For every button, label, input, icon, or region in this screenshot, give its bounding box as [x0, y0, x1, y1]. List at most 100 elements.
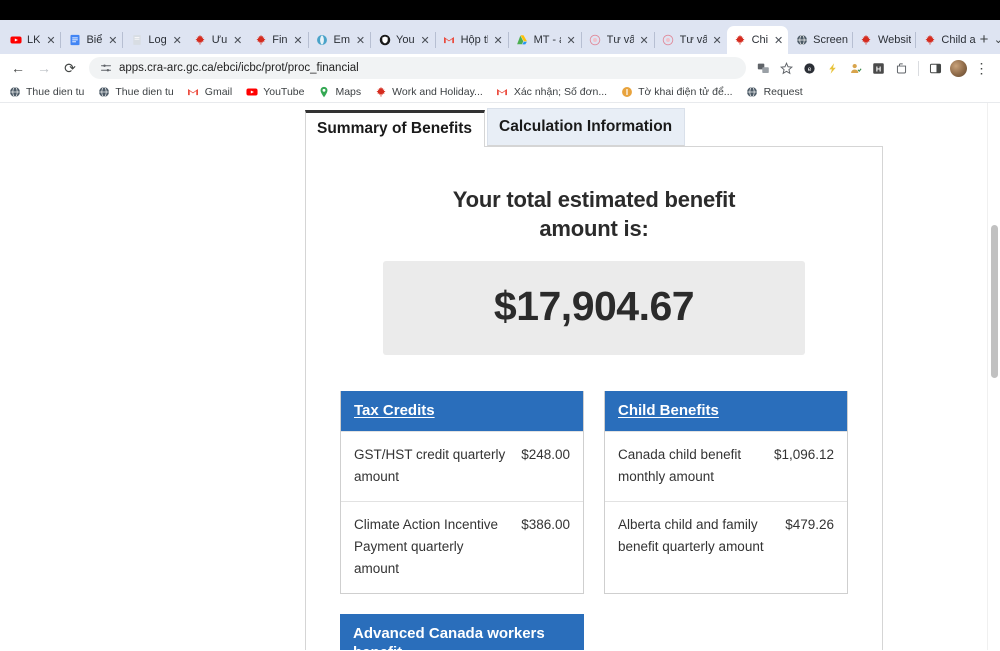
bookmark-item[interactable]: Tờ khai điện tử để...: [620, 86, 733, 99]
tab-strip-right-controls: ⌄: [988, 29, 1000, 54]
grid-spacer: [604, 614, 848, 650]
page-scrollbar-thumb[interactable]: [991, 225, 998, 378]
bookmark-label: Request: [763, 86, 803, 98]
benefit-value: $386.00: [521, 517, 570, 532]
new-tab-button[interactable]: +: [980, 26, 989, 52]
browser-tab[interactable]: Websit: [853, 26, 915, 54]
browser-tab-close-icon[interactable]: ✕: [293, 34, 304, 47]
browser-tab-close-icon[interactable]: ✕: [773, 34, 784, 47]
browser-tab-close-icon[interactable]: ✕: [232, 34, 243, 47]
cra-content-container: Summary of Benefits Calculation Informat…: [305, 103, 883, 650]
os-top-strip: [0, 0, 1000, 20]
browser-tab-close-icon[interactable]: ✕: [355, 34, 366, 47]
translate-icon[interactable]: [753, 58, 774, 79]
bookmark-label: Xác nhận; Số đơn...: [513, 86, 608, 98]
card-child-benefits-header: Child Benefits: [605, 391, 847, 431]
browser-tab-title: Hộp thư: [460, 33, 488, 46]
bookmark-item[interactable]: Thue dien tu: [97, 86, 174, 99]
browser-tab[interactable]: Log ✕: [123, 26, 186, 54]
profile-avatar[interactable]: [948, 58, 969, 79]
bookmark-item[interactable]: Maps: [317, 86, 361, 99]
browser-tab[interactable]: Screen: [788, 26, 852, 54]
maps-pin-icon: [317, 86, 330, 99]
bookmark-star-icon[interactable]: [776, 58, 797, 79]
browser-tab-close-icon[interactable]: ✕: [45, 34, 56, 47]
bookmark-item[interactable]: Gmail: [187, 86, 232, 99]
extension-h-icon[interactable]: H: [868, 58, 889, 79]
gmail-icon: [443, 34, 456, 47]
maple-leaf-icon: [734, 34, 747, 47]
browser-tab-title: Ưu: [211, 33, 228, 46]
extension-edge-icon[interactable]: e: [799, 58, 820, 79]
tab-calculation-information-label: Calculation Information: [499, 118, 673, 135]
table-row: GST/HST credit quarterly amount $248.00: [341, 431, 583, 501]
tab-summary-of-benefits-label: Summary of Benefits: [317, 120, 473, 137]
card-tax-credits: Tax Credits GST/HST credit quarterly amo…: [340, 391, 584, 594]
browser-tab[interactable]: Fin ✕: [247, 26, 307, 54]
browser-tab-close-icon[interactable]: ✕: [566, 34, 577, 47]
table-row: Canada child benefit monthly amount $1,0…: [605, 431, 847, 501]
browser-tab[interactable]: Tư vấn ✕: [655, 26, 727, 54]
browser-tab[interactable]: MT - an ✕: [509, 26, 581, 54]
bookmark-item[interactable]: Request: [746, 86, 803, 99]
browser-tab[interactable]: Em ✕: [309, 26, 371, 54]
tab-calculation-information[interactable]: Calculation Information: [487, 108, 686, 146]
extension-pot-icon[interactable]: [891, 58, 912, 79]
browser-tab-close-icon[interactable]: ✕: [493, 34, 504, 47]
benefit-value: $1,096.12: [773, 447, 834, 462]
benefit-label: Canada child benefit monthly amount: [618, 447, 742, 484]
bookmark-label: Maps: [335, 86, 362, 98]
bookmark-item[interactable]: Xác nhận; Số đơn...: [496, 86, 607, 99]
bookmark-label: Work and Holiday...: [392, 86, 483, 98]
card-child-benefits: Child Benefits Canada child benefit mont…: [604, 391, 848, 594]
browser-tab[interactable]: Ưu ✕: [187, 26, 248, 54]
table-row: Climate Action Incentive Payment quarter…: [341, 501, 583, 593]
circle-icon: [589, 34, 602, 47]
browser-tab[interactable]: LK ✕: [2, 26, 60, 54]
browser-tab-close-icon[interactable]: ✕: [172, 34, 183, 47]
browser-tab[interactable]: Child a: [916, 26, 979, 54]
table-row: Alberta child and family benefit quarter…: [605, 501, 847, 571]
browser-tab-close-icon[interactable]: ✕: [639, 34, 650, 47]
browser-tab-title: Chi: [751, 33, 769, 46]
badge-dark-icon: [378, 34, 391, 47]
youtube-icon: [9, 34, 22, 47]
chrome-menu-icon[interactable]: ⋮: [971, 58, 992, 79]
tab-summary-of-benefits[interactable]: Summary of Benefits: [305, 110, 486, 147]
page-title: Your total estimated benefit amount is:: [452, 187, 736, 241]
extension-person-icon[interactable]: [845, 58, 866, 79]
maple-leaf-icon: [374, 86, 387, 99]
browser-tab[interactable]: You ✕: [371, 26, 435, 54]
browser-tab-title: You: [396, 33, 415, 46]
reload-button[interactable]: ⟳: [58, 56, 82, 80]
browser-tab[interactable]: Tư vấn ✕: [582, 26, 654, 54]
summary-of-benefits-panel: Your total estimated benefit amount is: …: [305, 146, 883, 650]
address-bar[interactable]: apps.cra-arc.gc.ca/ebci/icbc/prot/proc_f…: [89, 57, 746, 79]
tab-search-chevron-icon[interactable]: ⌄: [988, 29, 1000, 49]
back-button[interactable]: ←: [6, 56, 30, 80]
forward-button[interactable]: →: [32, 56, 56, 80]
card-tax-credits-header: Tax Credits: [341, 391, 583, 431]
card-tax-credits-heading[interactable]: Tax Credits: [354, 402, 435, 419]
browser-tab-title: Log: [148, 33, 167, 46]
browser-tab-close-icon[interactable]: ✕: [712, 34, 723, 47]
browser-toolbar: ← → ⟳ apps.cra-arc.gc.ca/ebci/icbc/prot/…: [0, 54, 1000, 82]
globe-blue-icon: [316, 34, 329, 47]
total-amount-value: $17,904.67: [493, 283, 695, 329]
browser-tab-close-icon[interactable]: ✕: [107, 34, 118, 47]
globe-icon: [746, 86, 759, 99]
card-child-benefits-heading[interactable]: Child Benefits: [618, 402, 719, 419]
bookmark-item[interactable]: Thue dien tu: [8, 86, 84, 99]
browser-tab-active[interactable]: Chi ✕: [726, 26, 789, 54]
site-settings-icon[interactable]: [99, 58, 112, 79]
browser-tab-close-icon[interactable]: ✕: [420, 34, 431, 47]
globe-icon: [97, 86, 110, 99]
browser-tab[interactable]: Biể ✕: [61, 26, 122, 54]
browser-tab-title: LK: [27, 33, 41, 46]
page-scrollbar[interactable]: [987, 103, 1000, 650]
extension-lightning-icon[interactable]: [822, 58, 843, 79]
bookmark-item[interactable]: YouTube: [245, 86, 304, 99]
side-panel-icon[interactable]: [925, 58, 946, 79]
browser-tab[interactable]: Hộp thư ✕: [436, 26, 508, 54]
bookmark-item[interactable]: Work and Holiday...: [374, 86, 483, 99]
